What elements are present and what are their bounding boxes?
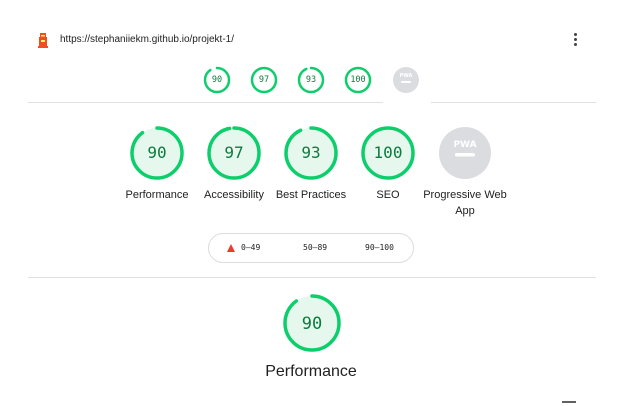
legend-average: 50–89 (303, 243, 328, 252)
sticky-gauge-best-practices[interactable]: 93 (297, 66, 325, 94)
view-toggle-peek[interactable] (562, 401, 576, 403)
sticky-pwa-badge-icon[interactable]: PWA (392, 66, 420, 94)
score-scale-legend: 0–49 50–89 90–100 (208, 233, 414, 263)
gauge-label: Progressive Web App (423, 189, 507, 217)
sticky-score: 90 (211, 75, 223, 85)
pwa-badge-text: PWA (453, 140, 476, 150)
pwa-badge-icon: PWA (439, 127, 491, 179)
sticky-gauge-accessibility[interactable]: 97 (250, 66, 278, 94)
report-header: https://stephaniiekm.github.io/projekt-1… (0, 0, 621, 60)
sticky-gauge-seo[interactable]: 100 (344, 66, 372, 94)
sticky-score-row: 90 97 93 100 (0, 66, 621, 96)
sticky-gauge-performance[interactable]: 90 (203, 66, 231, 94)
sticky-divider (28, 102, 596, 103)
gauge-score: 97 (224, 143, 244, 162)
gauge-score: 90 (147, 143, 167, 162)
sticky-score: 100 (350, 75, 366, 85)
lighthouse-icon (38, 33, 48, 48)
sticky-score: 93 (305, 75, 317, 85)
section-divider (28, 277, 596, 278)
page-url[interactable]: https://stephaniiekm.github.io/projekt-1… (60, 34, 234, 45)
performance-title: Performance (265, 363, 357, 380)
performance-score: 90 (301, 314, 323, 334)
fail-triangle-icon (227, 244, 235, 252)
gauge-score: 93 (301, 143, 321, 162)
kebab-menu-icon[interactable] (568, 31, 582, 49)
legend-fail: 0–49 (241, 243, 261, 252)
gauge-score: 100 (373, 143, 403, 162)
legend-pass: 90–100 (365, 243, 394, 252)
sticky-score: 97 (258, 75, 270, 85)
active-tab-gap (383, 101, 431, 105)
svg-text:PWA: PWA (400, 73, 413, 79)
performance-gauge: 90 (282, 293, 342, 353)
